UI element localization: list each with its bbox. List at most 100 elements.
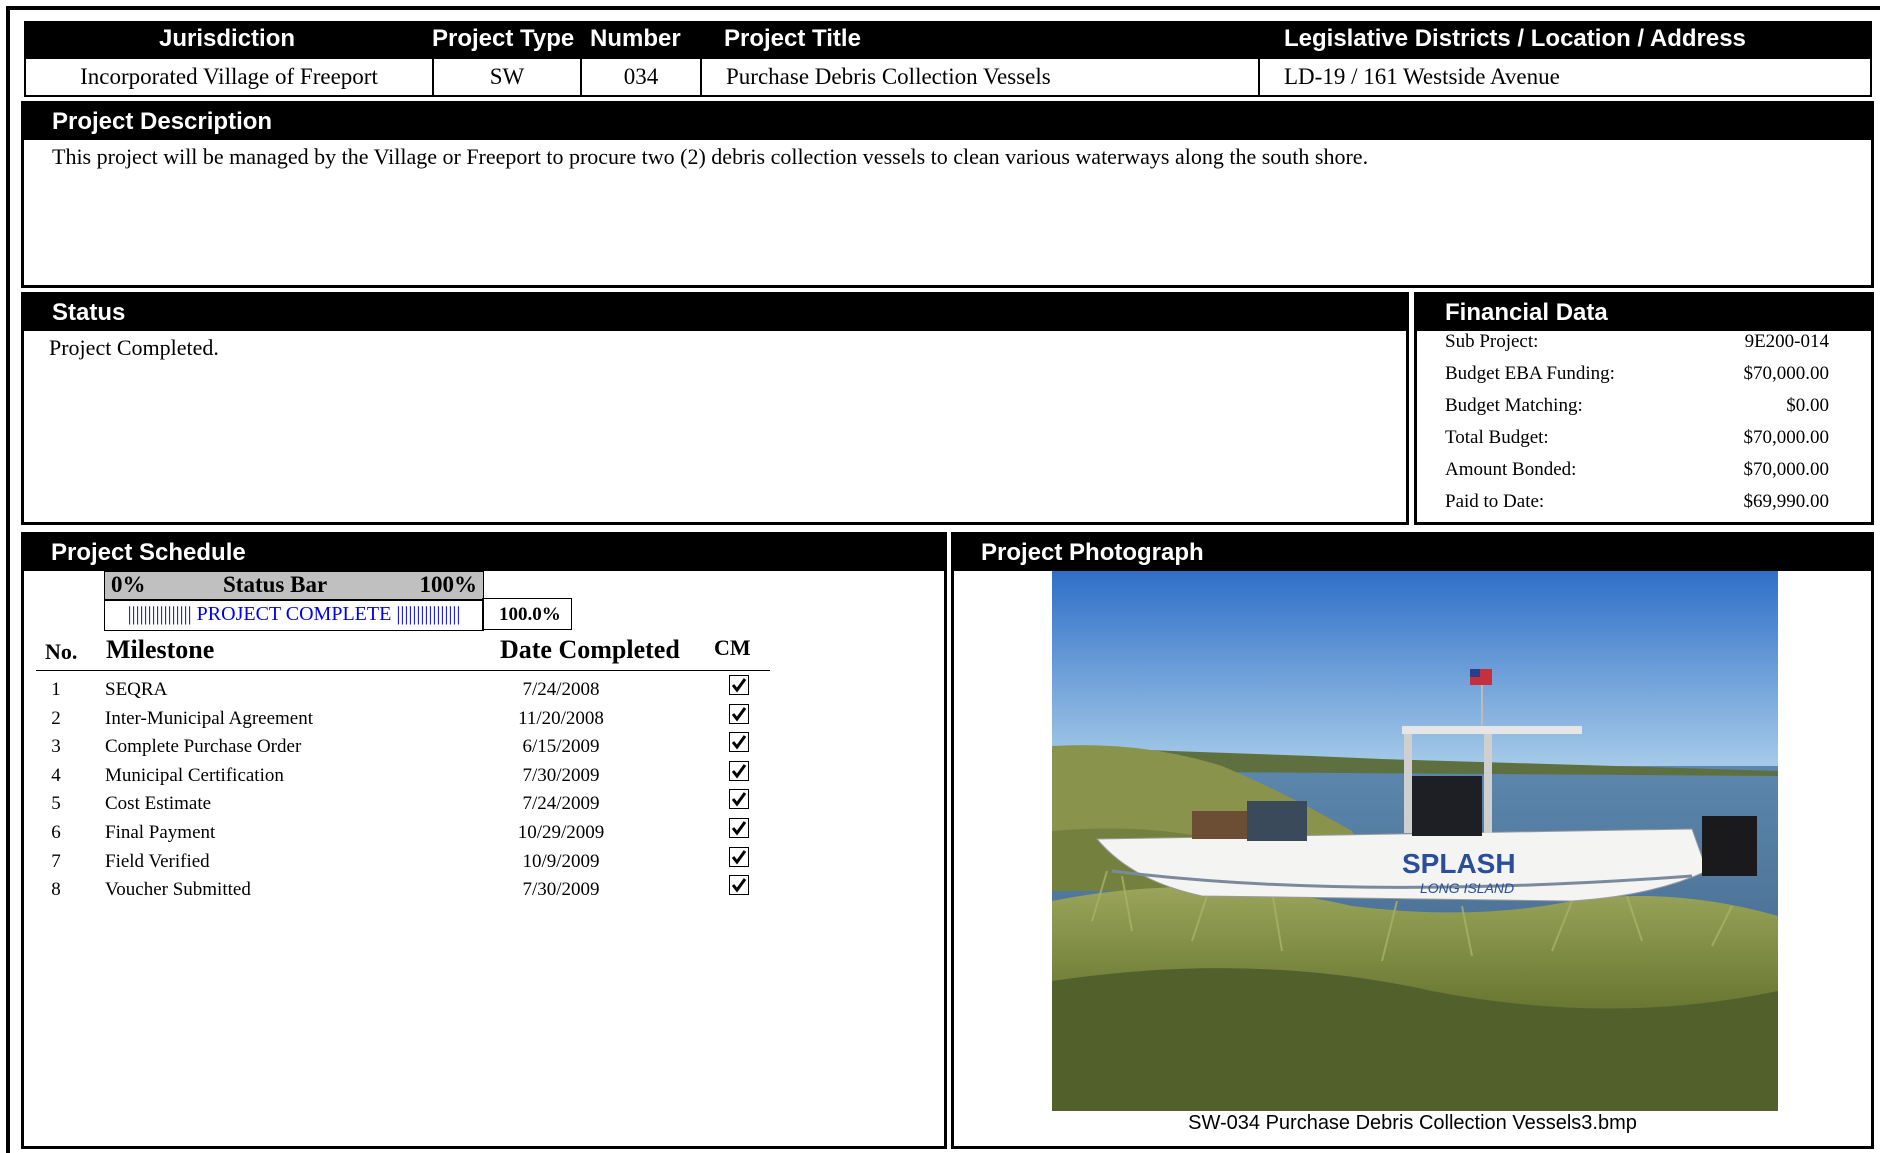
project-title-value: Purchase Debris Collection Vessels bbox=[726, 64, 1051, 89]
project-photograph-title: Project Photograph bbox=[954, 535, 1871, 571]
completed-checkbox[interactable] bbox=[729, 789, 749, 810]
project-title-header: Project Title bbox=[724, 25, 861, 52]
status-title: Status bbox=[24, 295, 1406, 331]
milestone-name: Voucher Submitted bbox=[105, 879, 251, 901]
milestone-row: 6 Final Payment 10/29/2009 bbox=[24, 818, 784, 846]
milestone-row: 4 Municipal Certification 7/30/2009 bbox=[24, 760, 784, 789]
project-description-text: This project will be managed by the Vill… bbox=[52, 144, 1369, 169]
financial-row: Total Budget: $70,000.00 bbox=[1445, 427, 1829, 459]
completed-checkbox[interactable] bbox=[729, 875, 749, 896]
milestone-date: 6/15/2009 bbox=[522, 736, 600, 758]
milestone-name: Field Verified bbox=[105, 850, 210, 872]
completed-checkbox[interactable] bbox=[729, 760, 749, 781]
status-bar-max: 100% bbox=[419, 572, 478, 597]
milestone-date: 11/20/2008 bbox=[518, 707, 604, 729]
completed-checkbox[interactable] bbox=[729, 846, 749, 867]
completed-checkbox[interactable] bbox=[729, 703, 749, 724]
milestone-number: 7 bbox=[51, 850, 61, 872]
project-type-value: SW bbox=[489, 64, 525, 89]
completed-checkbox[interactable] bbox=[729, 818, 749, 838]
progress-bar: |||||||||||||||| PROJECT COMPLETE ||||||… bbox=[104, 599, 484, 631]
milestone-date: 10/29/2009 bbox=[517, 822, 605, 843]
project-schedule-panel: Project Schedule 0% Status Bar 100% ||||… bbox=[21, 532, 947, 1149]
project-type-header: Project Type bbox=[432, 25, 575, 52]
financial-label: Total Budget: bbox=[1445, 427, 1549, 448]
milestone-date: 7/30/2009 bbox=[522, 879, 600, 901]
financial-label: Amount Bonded: bbox=[1445, 459, 1577, 480]
project-schedule-title: Project Schedule bbox=[24, 535, 944, 571]
milestone-name: Final Payment bbox=[105, 822, 216, 843]
milestone-number: 5 bbox=[51, 793, 61, 815]
checkmark-icon bbox=[731, 849, 747, 865]
financial-value: $0.00 bbox=[1786, 395, 1829, 416]
number-header: Number bbox=[590, 25, 681, 52]
milestone-number: 2 bbox=[51, 707, 61, 729]
financial-value: $70,000.00 bbox=[1743, 459, 1830, 480]
milestone-row: 3 Complete Purchase Order 6/15/2009 bbox=[24, 732, 784, 760]
milestone-row: 2 Inter-Municipal Agreement 11/20/2008 bbox=[24, 703, 784, 732]
milestone-name: Complete Purchase Order bbox=[105, 736, 302, 758]
financial-row: Paid to Date: $69,990.00 bbox=[1445, 491, 1829, 523]
boat-photo-illustration: SPLASH LONG ISLAND bbox=[1052, 571, 1778, 1111]
status-panel: Status Project Completed. bbox=[21, 292, 1409, 525]
milestone-number: 6 bbox=[51, 822, 61, 843]
checkmark-icon bbox=[731, 878, 747, 893]
checkmark-icon bbox=[731, 763, 747, 779]
project-photo: SPLASH LONG ISLAND bbox=[1052, 571, 1778, 1111]
financial-row: Sub Project: 9E200-014 bbox=[1445, 331, 1829, 363]
financial-value: $70,000.00 bbox=[1743, 427, 1830, 448]
jurisdiction-value: Incorporated Village of Freeport bbox=[80, 64, 378, 89]
financial-value: 9E200-014 bbox=[1744, 331, 1829, 352]
milestone-date: 10/9/2009 bbox=[522, 850, 600, 872]
header-bar: Jurisdiction Project Type Number Project… bbox=[24, 21, 1872, 57]
financial-value: $69,990.00 bbox=[1743, 491, 1830, 512]
milestone-number: 8 bbox=[51, 879, 61, 901]
photo-caption: SW-034 Purchase Debris Collection Vessel… bbox=[1188, 1112, 1637, 1134]
financial-row: Budget Matching: $0.00 bbox=[1445, 395, 1829, 427]
col-header-cm: CM bbox=[714, 635, 751, 660]
header-values-row: Incorporated Village of Freeport SW 034 … bbox=[24, 57, 1872, 97]
boat-name-text: SPLASH bbox=[1402, 848, 1516, 879]
status-bar-label: Status Bar bbox=[223, 572, 328, 597]
percent-complete: 100.0% bbox=[482, 598, 572, 630]
financial-row: Budget EBA Funding: $70,000.00 bbox=[1445, 363, 1829, 395]
milestone-number: 3 bbox=[51, 736, 61, 758]
checkmark-icon bbox=[731, 792, 747, 807]
milestone-number: 1 bbox=[51, 679, 61, 700]
jurisdiction-header: Jurisdiction bbox=[159, 25, 296, 52]
completed-checkbox[interactable] bbox=[729, 675, 749, 695]
status-bar-min: 0% bbox=[111, 572, 146, 597]
checkmark-icon bbox=[731, 735, 747, 750]
project-description-title: Project Description bbox=[24, 104, 1871, 140]
milestone-date: 7/24/2008 bbox=[522, 679, 600, 700]
checkmark-icon bbox=[731, 821, 747, 836]
number-value: 034 bbox=[623, 64, 659, 89]
milestone-name: Inter-Municipal Agreement bbox=[105, 707, 314, 729]
financial-label: Sub Project: bbox=[1445, 331, 1539, 352]
milestone-date: 7/24/2009 bbox=[522, 793, 600, 815]
col-header-no: No. bbox=[45, 639, 78, 664]
col-header-date: Date Completed bbox=[500, 635, 680, 664]
milestone-row: 1 SEQRA 7/24/2008 bbox=[24, 675, 784, 703]
financial-label: Budget Matching: bbox=[1445, 395, 1583, 416]
milestone-row: 7 Field Verified 10/9/2009 bbox=[24, 846, 784, 875]
location-header: Legislative Districts / Location / Addre… bbox=[1284, 25, 1746, 52]
financial-data-panel: Financial Data Sub Project: 9E200-014 Bu… bbox=[1414, 292, 1874, 525]
milestone-number: 4 bbox=[51, 764, 61, 786]
location-value: LD-19 / 161 Westside Avenue bbox=[1284, 64, 1560, 89]
milestone-name: Municipal Certification bbox=[105, 764, 284, 786]
checkmark-icon bbox=[731, 678, 747, 693]
project-description-panel: Project Description This project will be… bbox=[21, 101, 1874, 288]
completed-checkbox[interactable] bbox=[729, 732, 749, 753]
financial-data-title: Financial Data bbox=[1417, 295, 1871, 331]
milestone-name: SEQRA bbox=[105, 679, 168, 700]
financial-label: Budget EBA Funding: bbox=[1445, 363, 1615, 384]
header-divider bbox=[36, 670, 770, 671]
boat-subtext: LONG ISLAND bbox=[1420, 880, 1514, 896]
col-header-milestone: Milestone bbox=[106, 635, 215, 664]
milestone-row: 8 Voucher Submitted 7/30/2009 bbox=[24, 875, 784, 903]
milestone-date: 7/30/2009 bbox=[522, 764, 600, 786]
status-text: Project Completed. bbox=[49, 335, 219, 360]
financial-label: Paid to Date: bbox=[1445, 491, 1545, 512]
progress-bar-text: |||||||||||||||| PROJECT COMPLETE ||||||… bbox=[127, 603, 461, 625]
